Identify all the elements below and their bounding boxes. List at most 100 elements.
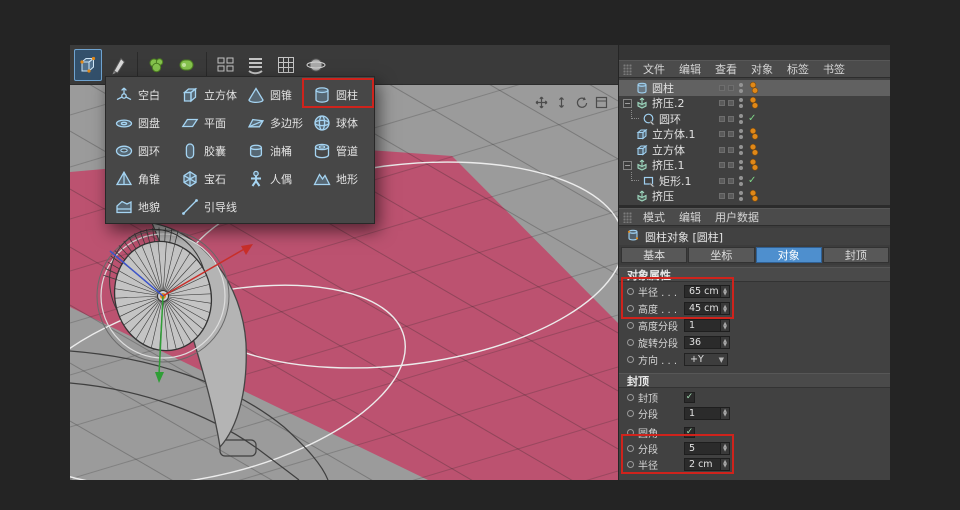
object-item-7[interactable]: 挤压 <box>619 189 890 205</box>
visibility-dots-icon[interactable] <box>739 191 743 201</box>
menu-item-landscape[interactable]: 地形 <box>307 165 373 193</box>
visibility-dots-icon[interactable] <box>739 160 743 170</box>
menu-item-guide[interactable]: 引导线 <box>175 193 241 221</box>
pan-icon[interactable] <box>535 94 548 107</box>
anim-dot-icon[interactable] <box>627 305 634 312</box>
layer-chip-top[interactable] <box>719 147 725 153</box>
menu-item-gem[interactable]: 宝石 <box>175 165 241 193</box>
height-field[interactable]: 45 cm▲▼ <box>684 302 730 315</box>
visibility-dots-icon[interactable] <box>739 114 743 124</box>
layer-chip-top[interactable] <box>719 193 725 199</box>
menu-item-cone[interactable]: 圆锥 <box>241 81 307 109</box>
anim-dot-icon[interactable] <box>627 461 634 468</box>
enable-check-icon[interactable]: ✓ <box>748 113 756 124</box>
layer-chip-bottom[interactable] <box>728 193 734 199</box>
tab-object[interactable]: 对象 <box>756 247 822 263</box>
spinner-arrows-icon[interactable]: ▲▼ <box>720 303 729 314</box>
layer-chip-bottom[interactable] <box>728 116 734 122</box>
anim-dot-icon[interactable] <box>627 322 634 329</box>
object-item-1[interactable]: −挤压.2 <box>619 96 890 112</box>
height-segments-field[interactable]: 1▲▼ <box>684 319 730 332</box>
orientation-dropdown[interactable]: +Y▼ <box>684 353 728 366</box>
spinner-arrows-icon[interactable]: ▲▼ <box>720 459 729 470</box>
collapse-toggle-icon[interactable]: − <box>623 99 632 108</box>
object-item-4[interactable]: 立方体 <box>619 142 890 158</box>
tab-caps[interactable]: 封顶 <box>823 247 889 263</box>
menu-item-figure[interactable]: 人偶 <box>241 165 307 193</box>
layer-chip-bottom[interactable] <box>728 100 734 106</box>
visibility-tag-icon[interactable] <box>748 81 760 95</box>
menu-item-capsule[interactable]: 胶囊 <box>175 137 241 165</box>
layer-chip-top[interactable] <box>719 178 725 184</box>
layer-chip-top[interactable] <box>719 100 725 106</box>
layer-chip-top[interactable] <box>719 85 725 91</box>
object-item-3[interactable]: 立方体.1 <box>619 127 890 143</box>
spinner-arrows-icon[interactable]: ▲▼ <box>720 337 729 348</box>
visibility-dots-icon[interactable] <box>739 83 743 93</box>
visibility-tag-icon[interactable] <box>748 189 760 203</box>
menu-item-cube[interactable]: 立方体 <box>175 81 241 109</box>
menu-tags[interactable]: 标签 <box>780 61 816 77</box>
anim-dot-icon[interactable] <box>627 356 634 363</box>
object-item-5[interactable]: −挤压.1 <box>619 158 890 174</box>
menu-item-cylinder[interactable]: 圆柱 <box>307 81 373 109</box>
object-item-6[interactable]: 矩形.1✓ <box>619 173 890 189</box>
visibility-dots-icon[interactable] <box>739 145 743 155</box>
anim-dot-icon[interactable] <box>627 394 634 401</box>
object-item-2[interactable]: 圆环✓ <box>619 111 890 127</box>
tab-basic[interactable]: 基本 <box>621 247 687 263</box>
enable-check-icon[interactable]: ✓ <box>748 175 756 186</box>
menu-mode[interactable]: 模式 <box>636 209 672 225</box>
fillet-enabled-checkbox[interactable]: ✓ <box>684 427 695 438</box>
panel-grip-icon[interactable] <box>623 212 632 223</box>
menu-item-polygon[interactable]: 多边形 <box>241 109 307 137</box>
menu-item-tube[interactable]: 管道 <box>307 137 373 165</box>
menu-item-oil-tank[interactable]: 油桶 <box>241 137 307 165</box>
visibility-dots-icon[interactable] <box>739 176 743 186</box>
panel-grip-icon[interactable] <box>623 64 632 75</box>
menu-item-relief[interactable]: 地貌 <box>109 193 175 221</box>
menu-edit[interactable]: 编辑 <box>672 61 708 77</box>
layer-chip-bottom[interactable] <box>728 85 734 91</box>
visibility-tag-icon[interactable] <box>748 127 760 141</box>
anim-dot-icon[interactable] <box>627 410 634 417</box>
layer-chip-bottom[interactable] <box>728 147 734 153</box>
menu-bookmarks[interactable]: 书签 <box>816 61 852 77</box>
cap-segments-field[interactable]: 1▲▼ <box>684 407 730 420</box>
layer-chip-bottom[interactable] <box>728 178 734 184</box>
menu-item-sphere[interactable]: 球体 <box>307 109 373 137</box>
menu-item-null[interactable]: 空白 <box>109 81 175 109</box>
visibility-tag-icon[interactable] <box>748 143 760 157</box>
fillet-radius-field[interactable]: 2 cm▲▼ <box>684 458 730 471</box>
anim-dot-icon[interactable] <box>627 429 634 436</box>
visibility-tag-icon[interactable] <box>748 158 760 172</box>
rotate-icon[interactable] <box>575 94 588 107</box>
menu-item-disc[interactable]: 圆盘 <box>109 109 175 137</box>
menu-object[interactable]: 对象 <box>744 61 780 77</box>
visibility-tag-icon[interactable] <box>748 96 760 110</box>
visibility-dots-icon[interactable] <box>739 129 743 139</box>
layer-chip-top[interactable] <box>719 131 725 137</box>
layer-chip-bottom[interactable] <box>728 162 734 168</box>
spinner-arrows-icon[interactable]: ▲▼ <box>720 443 729 454</box>
anim-dot-icon[interactable] <box>627 288 634 295</box>
rotation-segments-field[interactable]: 36▲▼ <box>684 336 730 349</box>
tab-coords[interactable]: 坐标 <box>688 247 754 263</box>
radius-field[interactable]: 65 cm▲▼ <box>684 285 730 298</box>
menu-item-torus[interactable]: 圆环 <box>109 137 175 165</box>
object-item-0[interactable]: 圆柱 <box>619 80 890 96</box>
spinner-arrows-icon[interactable]: ▲▼ <box>720 286 729 297</box>
dolly-icon[interactable] <box>555 94 568 107</box>
layer-chip-bottom[interactable] <box>728 131 734 137</box>
layer-chip-top[interactable] <box>719 116 725 122</box>
spinner-arrows-icon[interactable]: ▲▼ <box>720 408 729 419</box>
menu-view[interactable]: 查看 <box>708 61 744 77</box>
spinner-arrows-icon[interactable]: ▲▼ <box>720 320 729 331</box>
menu-file[interactable]: 文件 <box>636 61 672 77</box>
menu-item-pyramid[interactable]: 角锥 <box>109 165 175 193</box>
fillet-segments-field[interactable]: 5▲▼ <box>684 442 730 455</box>
visibility-dots-icon[interactable] <box>739 98 743 108</box>
collapse-toggle-icon[interactable]: − <box>623 161 632 170</box>
anim-dot-icon[interactable] <box>627 445 634 452</box>
menu-edit[interactable]: 编辑 <box>672 209 708 225</box>
